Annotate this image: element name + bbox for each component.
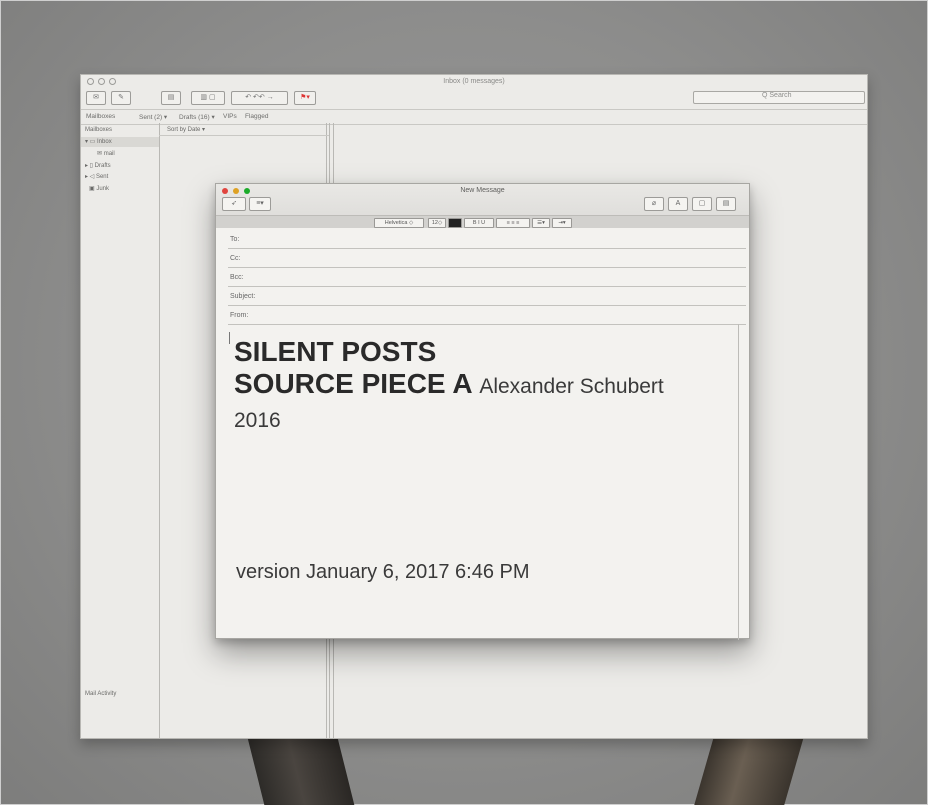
bold-italic-underline-icon[interactable]: B I U [464,218,494,228]
from-field[interactable]: From: [228,305,746,325]
get-mail-icon[interactable]: ✉ [86,91,106,105]
attach-icon[interactable]: ⌀ [644,197,664,211]
flag-icon[interactable]: ⚑▾ [294,91,316,105]
bcc-field[interactable]: Bcc: [228,267,746,287]
indent-icon[interactable]: ⇥▾ [552,218,572,228]
list-header-rule [159,135,329,136]
reply-forward-icon[interactable]: ↶ ↶↶ → [231,91,288,105]
mailbox-sidebar: Mailboxes ▾ ▭ Inbox ✉ mail ▸ ▯ Drafts ▸ … [81,123,160,738]
size-select[interactable]: 12◇ [428,218,446,228]
body-year: 2016 [234,409,281,432]
message-body[interactable]: SILENT POSTS SOURCE PIECE A Alexander Sc… [234,336,735,433]
trash-junk-icon[interactable]: ▥ ▢ [191,91,225,105]
sidebar-item-inbox[interactable]: ▾ ▭ Inbox [85,138,112,145]
fav-vips[interactable]: VIPs [223,113,237,120]
body-right-rule [738,324,739,640]
fav-flagged[interactable]: Flagged [245,113,269,120]
mail-window-title: Inbox (0 messages) [443,78,505,85]
subject-field[interactable]: Subject: [228,286,746,306]
compose-icon[interactable]: ✎ [111,91,131,105]
sidebar-item-junk[interactable]: ▣ Junk [89,185,109,192]
alignment-icon[interactable]: ≡ ≡ ≡ [496,218,530,228]
format-bar: Helvetica ◇ 12◇ B I U ≡ ≡ ≡ ☰▾ ⇥▾ [216,215,749,228]
sidebar-item-sent[interactable]: ▸ ◁ Sent [85,173,108,180]
sidebar-item-mail[interactable]: ✉ mail [97,150,115,157]
mail-activity-label: Mail Activity [85,691,117,697]
color-swatch-icon[interactable] [448,218,462,228]
header-fields-icon[interactable]: ≡▾ [249,197,271,211]
compose-header: New Message ➶ ≡▾ ⌀ A ▢ ▤ Helvetica ◇ 12◇… [216,184,749,228]
mail-search-field[interactable]: Q Search [693,91,865,104]
font-select[interactable]: Helvetica ◇ [374,218,424,228]
sidebar-header: Mailboxes [85,127,113,133]
list-icon[interactable]: ☰▾ [532,218,550,228]
sidebar-item-drafts[interactable]: ▸ ▯ Drafts [85,162,111,169]
fav-drafts[interactable]: Drafts (16) ▾ [179,113,215,121]
stationery-icon[interactable]: ▤ [716,197,736,211]
photo-browser-icon[interactable]: ▢ [692,197,712,211]
body-author: Alexander Schubert [479,375,664,398]
body-line-title: SILENT POSTS [234,336,437,367]
search-placeholder: Q Search [762,92,792,99]
body-line-subtitle: SOURCE PIECE A Alexander Schubert [234,368,664,399]
body-version: version January 6, 2017 6:46 PM [236,561,530,583]
cc-field[interactable]: Cc: [228,248,746,268]
sort-by-date[interactable]: Sort by Date ▾ [167,126,205,133]
fav-mailboxes[interactable]: Mailboxes [86,113,115,120]
text-caret [229,332,230,344]
easel-leg-left [245,730,355,805]
send-icon[interactable]: ➶ [222,197,246,211]
compose-title: New Message [460,187,505,194]
format-icon[interactable]: A [668,197,688,211]
archive-icon[interactable]: ▤ [161,91,181,105]
fav-sent[interactable]: Sent (2) ▾ [139,113,167,121]
to-field[interactable]: To: [228,229,746,249]
new-message-window: New Message ➶ ≡▾ ⌀ A ▢ ▤ Helvetica ◇ 12◇… [215,183,750,640]
